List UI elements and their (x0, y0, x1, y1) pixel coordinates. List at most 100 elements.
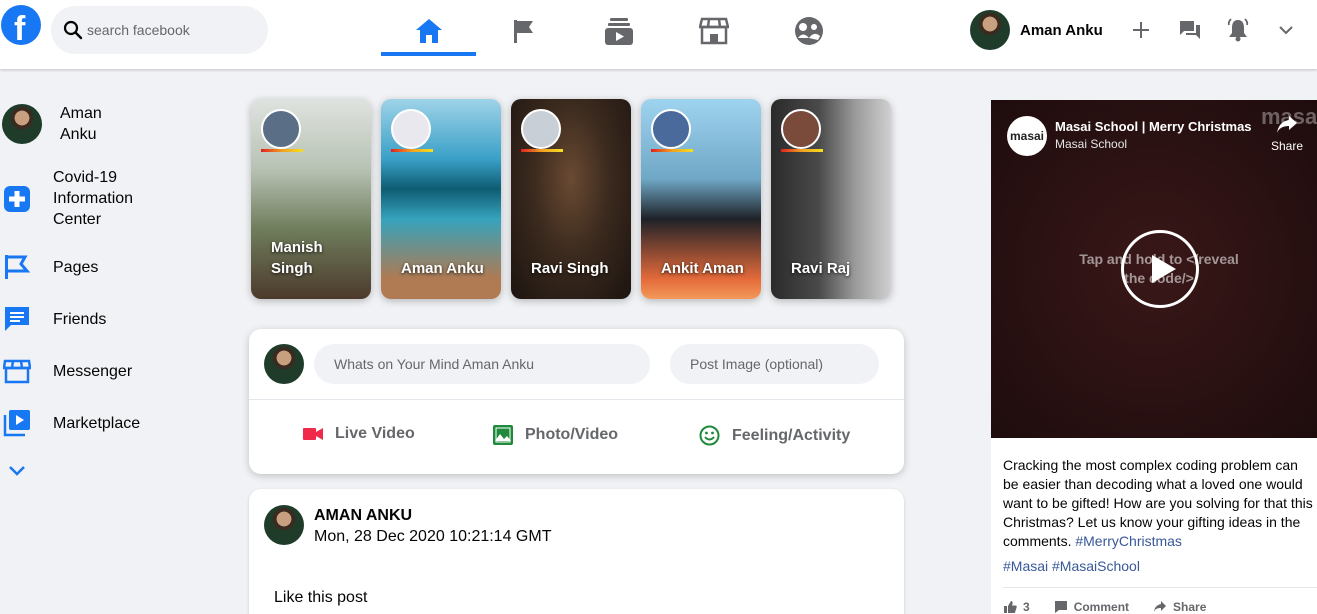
play-icon (1152, 255, 1176, 283)
facebook-logo[interactable]: f (1, 5, 41, 48)
watch-icon (604, 18, 633, 45)
channel-logo-text: masai (1009, 129, 1045, 143)
story-card[interactable]: Manish Singh (251, 99, 371, 299)
smiley-icon (699, 425, 720, 446)
create-button[interactable] (1130, 8, 1152, 52)
sidebar-item-label: Marketplace (53, 414, 141, 432)
status-input[interactable]: Whats on Your Mind Aman Anku (314, 344, 650, 384)
story-name: Ravi Raj (791, 260, 851, 277)
logo-letter: f (14, 10, 26, 48)
account-menu-button[interactable] (1276, 8, 1296, 52)
live-video-label: Live Video (335, 425, 415, 442)
video-title[interactable]: Masai School | Merry Christmas (1055, 119, 1252, 134)
image-url-input[interactable]: Post Image (optional) (670, 344, 879, 384)
search-input[interactable] (87, 18, 257, 42)
story-name: Aman Anku (401, 260, 484, 277)
video-camera-icon (303, 428, 323, 440)
bell-icon (1227, 18, 1249, 42)
share-arrow-icon (1277, 116, 1298, 133)
avatar (264, 344, 304, 384)
sidebar-item-marketplace[interactable]: Marketplace (3, 409, 140, 437)
sidebar-item-friends[interactable]: Friends (3, 305, 106, 333)
story-avatar (261, 109, 301, 149)
sidebar-item-label: Covid-19 Information Center (53, 169, 134, 228)
profile-link[interactable]: Aman Anku (970, 8, 1103, 52)
live-video-button[interactable]: Live Video (303, 425, 415, 443)
divider (249, 399, 904, 400)
share-label: Share (1271, 139, 1304, 153)
sidebar-item-profile[interactable]: Aman Anku (2, 103, 120, 145)
story-progress-bar (261, 149, 303, 152)
post-text: Like this post (274, 589, 368, 606)
nav-tab-watch[interactable] (571, 8, 666, 54)
avatar (2, 104, 42, 144)
groups-icon (794, 17, 823, 45)
story-card[interactable]: Ravi Raj (771, 99, 891, 299)
share-button[interactable]: Share (1271, 115, 1303, 153)
story-progress-bar (651, 149, 693, 152)
sidebar-item-pages[interactable]: Pages (3, 253, 98, 281)
hashtags[interactable]: #Masai #MasaiSchool (1003, 558, 1140, 574)
comment-icon[interactable] (1054, 600, 1068, 614)
plus-box-icon (4, 185, 30, 212)
notifications-button[interactable] (1226, 8, 1250, 52)
photo-icon (493, 425, 513, 445)
story-name: Ravi Singh (531, 260, 609, 277)
play-button[interactable] (1121, 230, 1199, 308)
story-progress-bar (781, 149, 823, 152)
plus-icon (1133, 22, 1149, 38)
header-user-name: Aman Anku (1020, 21, 1103, 39)
chevron-down-icon (1279, 26, 1293, 35)
sponsored-video-card: masai Masai School | Merry Christmas Mas… (991, 100, 1317, 614)
ad-body: Cracking the most complex coding problem… (1003, 456, 1313, 551)
avatar (264, 505, 304, 545)
video-channel[interactable]: Masai School (1055, 137, 1127, 151)
chevron-down-icon (9, 466, 25, 476)
post-timestamp: Mon, 28 Dec 2020 10:21:14 GMT (314, 528, 552, 545)
message-icon (5, 307, 29, 331)
nav-tab-marketplace[interactable] (666, 8, 761, 54)
story-avatar (651, 109, 691, 149)
story-name: Manish Singh (271, 239, 323, 277)
sidebar-item-label: Pages (53, 258, 99, 276)
like-count: 3 (1023, 600, 1030, 614)
story-avatar (521, 109, 561, 149)
nav-tab-groups[interactable] (761, 8, 856, 54)
story-progress-bar (521, 149, 563, 152)
story-progress-bar (391, 149, 433, 152)
share-action-button[interactable]: Share (1173, 600, 1206, 614)
story-card[interactable]: Aman Anku (381, 99, 501, 299)
sidebar-item-label: Friends (53, 310, 107, 328)
store-icon (3, 359, 31, 384)
sidebar-see-more[interactable] (7, 463, 27, 479)
photo-video-button[interactable]: Photo/Video (493, 425, 618, 445)
story-card[interactable]: Ravi Singh (511, 99, 631, 299)
like-icon[interactable] (1003, 600, 1017, 614)
sidebar-item-covid[interactable]: Covid-19 Information Center (3, 167, 163, 230)
comment-button[interactable]: Comment (1074, 600, 1129, 614)
feed-post: AMAN ANKU Mon, 28 Dec 2020 10:21:14 GMT … (249, 489, 904, 614)
story-avatar (781, 109, 821, 149)
nav-tab-pages[interactable] (476, 8, 571, 54)
feeling-activity-button[interactable]: Feeling/Activity (699, 425, 850, 446)
search-box[interactable] (51, 6, 268, 54)
nav-tab-home[interactable] (381, 8, 476, 56)
marketplace-icon (698, 17, 729, 45)
feeling-activity-label: Feeling/Activity (732, 426, 851, 444)
share-icon[interactable] (1153, 600, 1167, 614)
video-player[interactable]: masai Masai School | Merry Christmas Mas… (991, 100, 1317, 438)
sidebar-item-messenger[interactable]: Messenger (3, 357, 132, 385)
hashtag-link[interactable]: #MerryChristmas (1075, 533, 1182, 549)
flag-icon (5, 255, 31, 279)
messenger-button[interactable] (1178, 8, 1202, 52)
sidebar-item-label: Messenger (53, 362, 133, 380)
story-card[interactable]: Ankit Aman (641, 99, 761, 299)
home-icon (415, 19, 442, 43)
search-icon (63, 20, 83, 40)
flag-icon (513, 20, 533, 43)
post-author[interactable]: AMAN ANKU (314, 507, 412, 525)
divider (1003, 587, 1317, 588)
post-composer: Whats on Your Mind Aman Anku Post Image … (249, 329, 904, 474)
reactions-bar: 3 Comment Share (1003, 600, 1206, 614)
video-icon (3, 410, 30, 437)
